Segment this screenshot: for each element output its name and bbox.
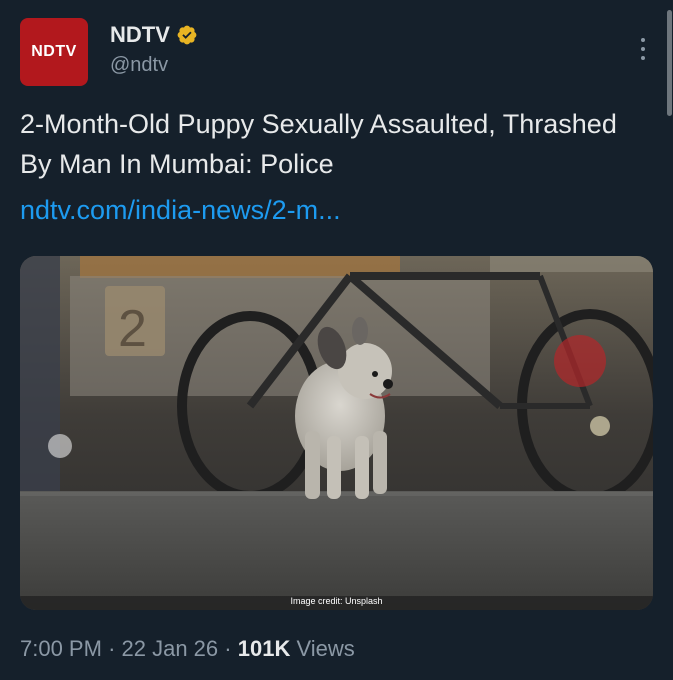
views-label: Views (296, 636, 355, 661)
image-credit: Image credit: Unsplash (290, 596, 383, 606)
photo-illustration: 2 (20, 256, 653, 610)
user-handle[interactable]: @ndtv (110, 54, 168, 77)
tweet-header: NDTV NDTV @ndtv (20, 18, 660, 88)
views-count[interactable]: 101K (238, 636, 291, 661)
tweet-text: 2-Month-Old Puppy Sexually Assaulted, Th… (20, 109, 617, 179)
tweet-meta: 7:00 PM · 22 Jan 26 · 101K Views (20, 636, 355, 662)
verified-badge-icon (177, 25, 197, 45)
avatar-logo-text: NDTV (31, 43, 77, 60)
name-row: NDTV (110, 20, 198, 50)
avatar[interactable]: NDTV (20, 18, 88, 86)
display-name[interactable]: NDTV (110, 22, 170, 48)
scrollbar[interactable] (665, 0, 673, 680)
tweet-date[interactable]: 22 Jan 26 (122, 636, 219, 661)
tweet-time[interactable]: 7:00 PM (20, 636, 102, 661)
sign-number: 2 (118, 300, 147, 358)
tweet-media-image[interactable]: 2 Image credit: Unsplash (20, 256, 653, 610)
more-options-icon[interactable] (640, 38, 646, 60)
meta-separator: · (108, 636, 116, 661)
scrollbar-thumb[interactable] (667, 10, 672, 116)
meta-separator: · (224, 636, 232, 661)
tweet-link[interactable]: ndtv.com/india-news/2-m... (20, 190, 341, 230)
